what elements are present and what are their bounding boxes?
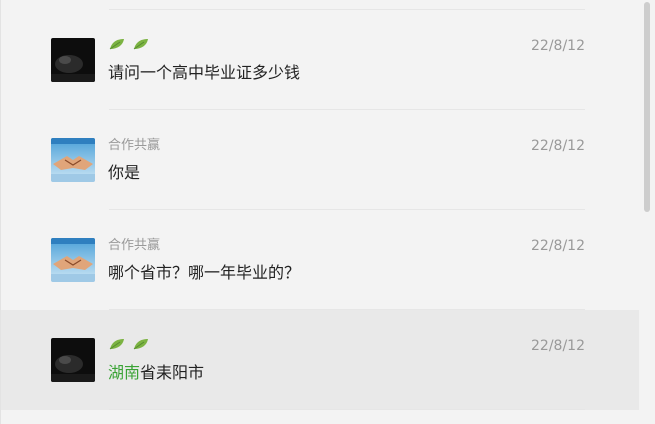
sender-name xyxy=(108,37,156,51)
message-date: 22/8/12 xyxy=(531,138,585,154)
message-text: 你是 xyxy=(108,162,140,184)
message-text: 请问一个高中毕业证多少钱 xyxy=(108,62,300,84)
message-body: 请问一个高中毕业证多少钱 xyxy=(108,63,301,82)
message-date: 22/8/12 xyxy=(531,238,585,254)
dark-night-avatar[interactable] xyxy=(51,338,95,382)
message-body: 你是 xyxy=(108,163,141,182)
scrollbar-thumb[interactable] xyxy=(644,2,650,212)
leaf-icon xyxy=(132,37,150,51)
message-text: 哪个省市？哪一年毕业的？ xyxy=(108,262,300,284)
leaf-icon xyxy=(108,337,126,351)
divider xyxy=(109,409,585,410)
chat-history-pane: 22/8/12 请问一个高中毕业证多少钱 合作共赢 22/8/12 你是 合作共… xyxy=(0,0,655,424)
sender-label: 合作共赢 xyxy=(108,238,161,253)
message-item[interactable]: 22/8/12 请问一个高中毕业证多少钱 xyxy=(1,10,639,110)
sender-label: 合作共赢 xyxy=(108,138,161,153)
message-date: 22/8/12 xyxy=(531,38,585,54)
message-text: 湖南省耒阳市 xyxy=(108,362,204,384)
leaf-icon xyxy=(108,37,126,51)
scrollbar[interactable] xyxy=(639,0,655,424)
message-highlight[interactable]: 湖南 xyxy=(108,363,140,382)
leaf-icon xyxy=(132,337,150,351)
message-item[interactable]: 合作共赢 22/8/12 你是 xyxy=(1,110,639,210)
sender-name: 合作共赢 xyxy=(108,237,160,255)
message-body: 哪个省市？哪一年毕业的？ xyxy=(108,263,301,282)
dark-night-avatar[interactable] xyxy=(51,38,95,82)
handshake-avatar[interactable] xyxy=(51,238,95,282)
message-item[interactable]: 22/8/12 湖南省耒阳市 xyxy=(1,310,639,410)
message-item[interactable]: 合作共赢 22/8/12 哪个省市？哪一年毕业的？ xyxy=(1,210,639,310)
message-date: 22/8/12 xyxy=(531,338,585,354)
handshake-avatar[interactable] xyxy=(51,138,95,182)
sender-name: 合作共赢 xyxy=(108,137,160,155)
message-body: 省耒阳市 xyxy=(140,363,205,382)
sender-name xyxy=(108,337,156,351)
